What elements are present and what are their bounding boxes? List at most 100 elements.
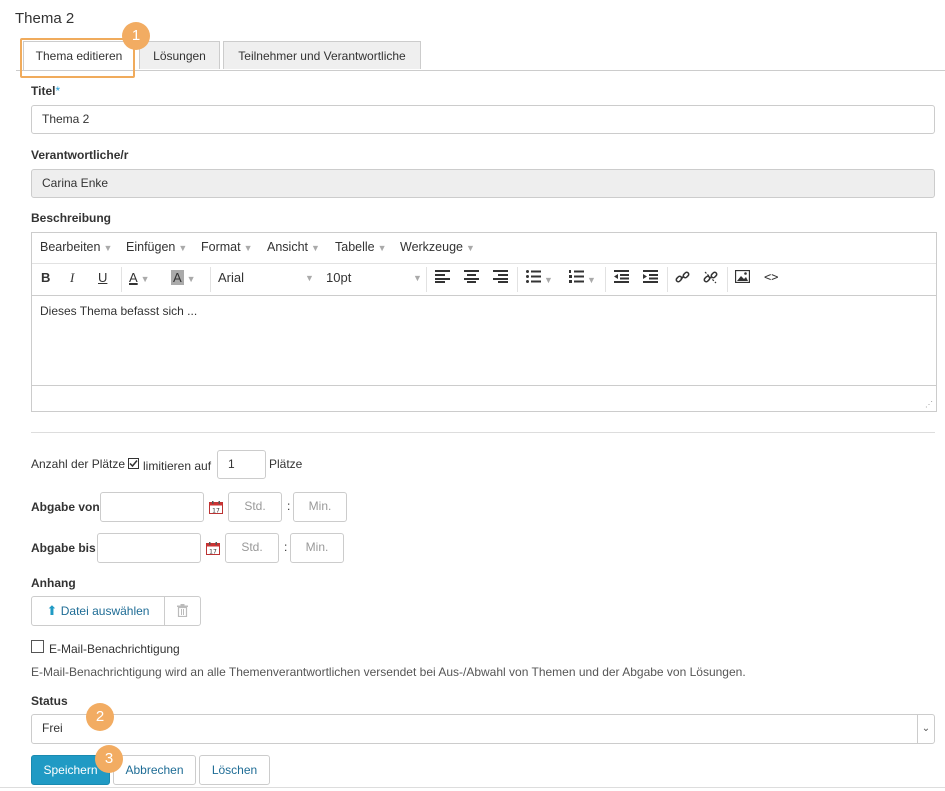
chevron-down-icon: ▼ <box>544 275 553 285</box>
font-size-select[interactable]: 10pt ▼ <box>326 270 422 285</box>
step-badge-3: 3 <box>95 745 123 773</box>
editor-statusbar: ⋰ <box>32 385 936 412</box>
page-bottom-divider <box>0 787 945 788</box>
text-color-icon[interactable]: A ▼ <box>129 270 150 285</box>
calendar-icon[interactable]: 17 <box>209 501 223 515</box>
source-code-icon[interactable]: <> <box>764 270 778 284</box>
cancel-button[interactable]: Abbrechen <box>113 755 196 785</box>
time-separator: : <box>284 540 288 554</box>
seats-label: Anzahl der Plätze <box>31 457 126 471</box>
submit-until-date-input[interactable] <box>97 533 201 563</box>
toolbar-separator <box>727 267 728 292</box>
divider <box>31 432 935 433</box>
menu-tabelle[interactable]: Tabelle ▼ <box>335 240 387 254</box>
submit-from-hour-input[interactable]: Std. <box>228 492 282 522</box>
font-family-select[interactable]: Arial ▼ <box>218 270 314 285</box>
status-select[interactable]: Frei ⌄ <box>31 714 935 744</box>
submit-until-minute-input[interactable]: Min. <box>290 533 344 563</box>
outdent-icon[interactable] <box>614 270 629 286</box>
file-select-button[interactable]: ⬆ Datei auswählen <box>31 596 165 626</box>
toolbar-separator <box>605 267 606 292</box>
chevron-down-icon: ▼ <box>305 273 314 283</box>
background-color-icon[interactable]: A ▼ <box>171 270 196 285</box>
step-badge-1: 1 <box>122 22 150 50</box>
rich-text-editor: Bearbeiten ▼ Einfügen ▼ Format ▼ Ansicht ▼ T… <box>31 232 937 412</box>
title-input[interactable]: Thema 2 <box>31 105 935 134</box>
trash-button[interactable] <box>164 596 201 626</box>
tab-loesungen[interactable]: Lösungen <box>139 41 220 69</box>
resize-handle-icon[interactable]: ⋰ <box>925 400 933 409</box>
chevron-down-icon: ⌄ <box>917 715 934 743</box>
chevron-down-icon: ▼ <box>178 243 188 253</box>
menu-werkzeuge[interactable]: Werkzeuge ▼ <box>400 240 475 254</box>
menu-einfuegen[interactable]: Einfügen ▼ <box>126 240 187 254</box>
link-icon[interactable] <box>675 270 690 288</box>
submit-until-label: Abgabe bis <box>31 541 96 555</box>
editor-toolbar: B I U A ▼ A ▼ Arial ▼ 10pt ▼ ▼ ▼ <> <box>32 264 936 296</box>
chevron-down-icon: ▼ <box>311 243 320 253</box>
email-notification-checkbox[interactable] <box>31 640 44 653</box>
bullet-list-icon[interactable]: ▼ <box>526 270 553 286</box>
bold-button[interactable]: B <box>41 270 50 285</box>
menu-ansicht[interactable]: Ansicht ▼ <box>267 240 320 254</box>
italic-button[interactable]: I <box>70 270 74 286</box>
submit-from-date-input[interactable] <box>100 492 204 522</box>
time-separator: : <box>287 499 291 513</box>
required-mark: * <box>55 84 61 98</box>
submit-from-label: Abgabe von <box>31 500 100 514</box>
chevron-down-icon: ▼ <box>140 274 150 284</box>
menu-einfuegen-label: Einfügen <box>126 240 176 254</box>
chevron-down-icon: ▼ <box>466 243 475 253</box>
tab-teilnehmer[interactable]: Teilnehmer und Verantwortliche <box>223 41 421 69</box>
menu-format-label: Format <box>201 240 241 254</box>
toolbar-separator <box>667 267 668 292</box>
indent-icon[interactable] <box>643 270 658 286</box>
font-size-value: 10pt <box>326 270 352 285</box>
toolbar-separator <box>121 267 122 292</box>
file-select-label: Datei auswählen <box>60 604 150 618</box>
status-value: Frei <box>42 721 63 735</box>
menu-format[interactable]: Format ▼ <box>201 240 253 254</box>
menu-bearbeiten-label: Bearbeiten <box>40 240 101 254</box>
email-notification-label: E-Mail-Benachrichtigung <box>49 642 180 656</box>
highlight-box <box>20 38 135 78</box>
align-right-icon[interactable] <box>493 270 508 286</box>
image-icon[interactable] <box>734 269 751 286</box>
delete-button[interactable]: Löschen <box>199 755 270 785</box>
menu-tabelle-label: Tabelle <box>335 240 375 254</box>
upload-icon: ⬆ <box>46 603 58 618</box>
title-label-text: Titel <box>31 84 56 98</box>
responsible-field: Carina Enke <box>31 169 935 198</box>
menu-bearbeiten[interactable]: Bearbeiten ▼ <box>40 240 112 254</box>
toolbar-separator <box>210 267 211 292</box>
editor-menubar: Bearbeiten ▼ Einfügen ▼ Format ▼ Ansicht ▼ T… <box>32 233 936 264</box>
seats-unit-label: Plätze <box>269 457 303 471</box>
chevron-down-icon: ▼ <box>377 243 387 253</box>
calendar-icon[interactable]: 17 <box>206 542 220 556</box>
svg-text:17: 17 <box>209 549 217 556</box>
numbered-list-icon[interactable]: ▼ <box>569 270 596 286</box>
editor-content[interactable]: Dieses Thema befasst sich ... <box>40 304 197 318</box>
menu-ansicht-label: Ansicht <box>267 240 308 254</box>
menu-werkzeuge-label: Werkzeuge <box>400 240 463 254</box>
seats-count-input[interactable]: 1 <box>217 450 266 479</box>
title-label: Titel* <box>31 84 60 98</box>
checkmark-icon <box>129 460 138 468</box>
toolbar-separator <box>517 267 518 292</box>
chevron-down-icon: ▼ <box>186 274 196 284</box>
page-title: Thema 2 <box>15 10 75 27</box>
seats-limit-label: limitieren auf <box>143 459 212 473</box>
svg-text:17: 17 <box>212 508 220 515</box>
chevron-down-icon: ▼ <box>587 275 596 285</box>
responsible-label: Verantwortliche/r <box>31 148 129 162</box>
align-left-icon[interactable] <box>435 270 450 286</box>
description-label: Beschreibung <box>31 211 112 225</box>
seats-limit-checkbox[interactable] <box>128 458 139 469</box>
submit-until-hour-input[interactable]: Std. <box>225 533 279 563</box>
unlink-icon[interactable] <box>703 270 718 288</box>
align-center-icon[interactable] <box>464 270 479 286</box>
underline-button[interactable]: U <box>98 270 107 285</box>
chevron-down-icon: ▼ <box>243 243 253 253</box>
submit-from-minute-input[interactable]: Min. <box>293 492 347 522</box>
step-badge-2: 2 <box>86 703 114 731</box>
